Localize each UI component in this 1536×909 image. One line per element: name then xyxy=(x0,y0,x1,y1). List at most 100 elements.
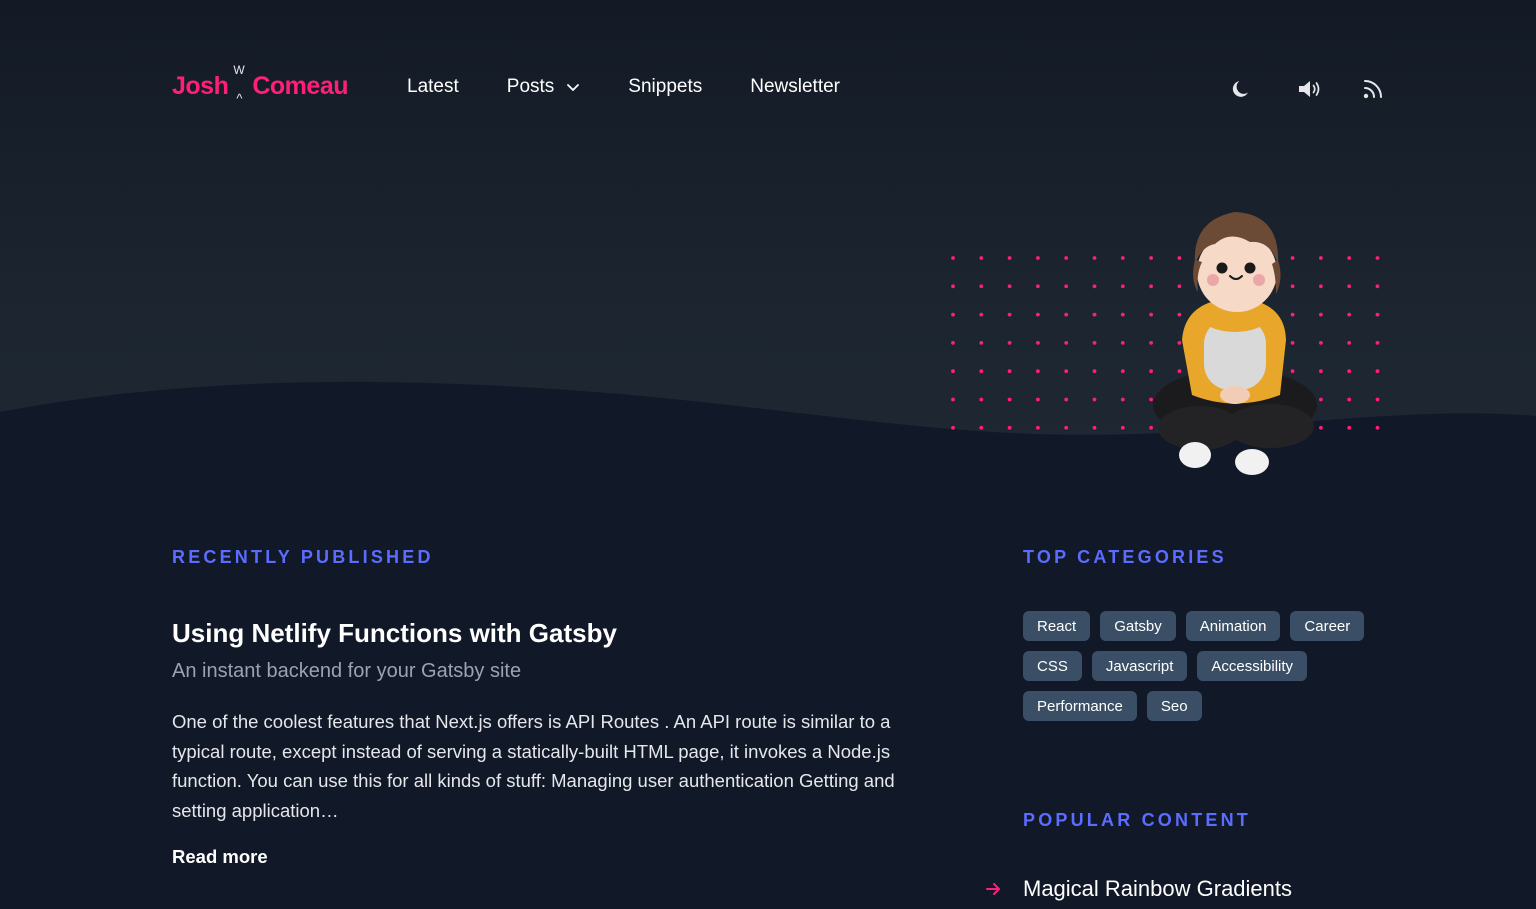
popular-item-magical-rainbow-gradients[interactable]: Magical Rainbow Gradients xyxy=(986,876,1292,902)
top-categories-heading: TOP CATEGORIES xyxy=(1023,547,1227,567)
decorative-dot xyxy=(951,369,955,374)
post-subtitle: An instant backend for your Gatsby site xyxy=(172,660,522,682)
decorative-dot xyxy=(1007,341,1012,345)
sound-toggle[interactable] xyxy=(1295,74,1325,104)
decorative-dot xyxy=(1007,284,1012,289)
author-avatar-illustration xyxy=(1153,212,1317,475)
decorative-dot xyxy=(1120,284,1125,289)
decorative-dot xyxy=(1092,397,1097,402)
logo-separator: W ^ xyxy=(233,63,245,106)
decorative-dot xyxy=(979,369,984,374)
logo-first-name: Josh xyxy=(172,71,229,100)
rss-icon xyxy=(1363,80,1382,99)
decorative-dot xyxy=(1064,397,1069,402)
tag-career[interactable]: Career xyxy=(1290,611,1365,641)
decorative-dot xyxy=(1036,369,1040,374)
main-nav: Latest Posts Snippets Newsletter xyxy=(407,76,888,98)
decorative-dot xyxy=(1036,284,1040,289)
decorative-dot xyxy=(979,425,984,430)
logo-last-name: Comeau xyxy=(252,71,348,100)
decorative-dot xyxy=(951,425,955,430)
decorative-dot xyxy=(1092,341,1097,345)
tag-seo[interactable]: Seo xyxy=(1146,691,1202,721)
decorative-dot xyxy=(1036,425,1040,430)
decorative-dot xyxy=(1064,312,1069,317)
speaker-icon xyxy=(1299,81,1320,97)
decorative-dot xyxy=(1347,312,1352,317)
decorative-dot xyxy=(1347,425,1352,430)
decorative-dot xyxy=(1375,256,1380,260)
decorative-dot xyxy=(951,284,955,289)
dark-mode-toggle[interactable] xyxy=(1226,74,1256,104)
decorative-dot xyxy=(1347,369,1352,374)
decorative-dot xyxy=(1007,397,1012,402)
decorative-dot xyxy=(979,284,984,289)
decorative-dot xyxy=(1092,369,1097,374)
decorative-dot xyxy=(1092,284,1097,289)
decorative-dot xyxy=(951,341,955,345)
rss-feed-link[interactable] xyxy=(1358,74,1388,104)
decorative-dot xyxy=(1120,312,1125,317)
decorative-dot xyxy=(1092,312,1097,317)
decorative-dot xyxy=(1092,425,1097,430)
tag-animation[interactable]: Animation xyxy=(1185,611,1281,641)
tag-accessibility[interactable]: Accessibility xyxy=(1197,651,1308,681)
nav-newsletter[interactable]: Newsletter xyxy=(750,76,840,98)
decorative-dot xyxy=(979,256,984,260)
decorative-dot xyxy=(1347,341,1352,345)
tag-react[interactable]: React xyxy=(1023,611,1091,641)
site-logo[interactable]: Josh W ^ Comeau xyxy=(172,63,348,108)
post-title[interactable]: Using Netlify Functions with Gatsby xyxy=(172,618,617,649)
decorative-dot xyxy=(1007,312,1012,317)
decorative-dot xyxy=(951,256,955,260)
category-tags: React Gatsby Animation Career CSS Javasc… xyxy=(1023,611,1403,731)
decorative-dot xyxy=(1120,425,1125,430)
decorative-dot xyxy=(979,397,984,402)
site-header: Josh W ^ Comeau Latest Posts Snippets Ne… xyxy=(0,0,1536,180)
decorative-dot xyxy=(1036,397,1040,402)
moon-icon xyxy=(1232,81,1248,97)
tag-javascript[interactable]: Javascript xyxy=(1091,651,1188,681)
nav-posts[interactable]: Posts xyxy=(507,76,581,98)
decorative-dot xyxy=(1064,256,1069,260)
decorative-dot xyxy=(979,312,984,317)
tag-gatsby[interactable]: Gatsby xyxy=(1100,611,1176,641)
decorative-dot xyxy=(1036,256,1040,260)
tag-performance[interactable]: Performance xyxy=(1023,691,1137,721)
decorative-dot xyxy=(1347,397,1352,402)
decorative-dot xyxy=(1375,341,1380,345)
decorative-dot xyxy=(951,397,955,402)
decorative-dot xyxy=(1347,256,1352,260)
decorative-dot xyxy=(1375,425,1380,430)
decorative-dot xyxy=(1064,425,1069,430)
decorative-dot xyxy=(1036,312,1040,317)
post-excerpt: One of the coolest features that Next.js… xyxy=(172,711,895,821)
nav-latest[interactable]: Latest xyxy=(407,76,459,98)
decorative-dot xyxy=(1036,341,1040,345)
decorative-dot xyxy=(1120,397,1125,402)
decorative-dot xyxy=(1120,369,1125,374)
decorative-dot xyxy=(1375,397,1380,402)
decorative-dot xyxy=(1120,341,1125,345)
decorative-dot xyxy=(1375,312,1380,317)
decorative-dot xyxy=(1375,369,1380,374)
decorative-dot xyxy=(1120,256,1125,260)
chevron-down-icon xyxy=(566,80,580,94)
recently-published-heading: RECENTLY PUBLISHED xyxy=(172,547,434,567)
decorative-dot xyxy=(1007,369,1012,374)
decorative-dot xyxy=(1064,341,1069,345)
decorative-dot xyxy=(979,341,984,345)
popular-item-title: Magical Rainbow Gradients xyxy=(1023,876,1293,901)
decorative-dot xyxy=(1064,284,1069,289)
decorative-dot xyxy=(951,312,955,317)
nav-snippets[interactable]: Snippets xyxy=(628,76,702,98)
decorative-dot xyxy=(1064,369,1069,374)
decorative-dot xyxy=(1347,284,1352,289)
arrow-right-icon xyxy=(986,882,1023,896)
tag-css[interactable]: CSS xyxy=(1023,651,1082,681)
popular-content-heading: POPULAR CONTENT xyxy=(1023,810,1251,830)
read-more-link[interactable]: Read more xyxy=(172,846,268,868)
decorative-dot xyxy=(1007,425,1012,430)
decorative-dot xyxy=(1007,256,1012,260)
decorative-dot xyxy=(1375,284,1380,289)
